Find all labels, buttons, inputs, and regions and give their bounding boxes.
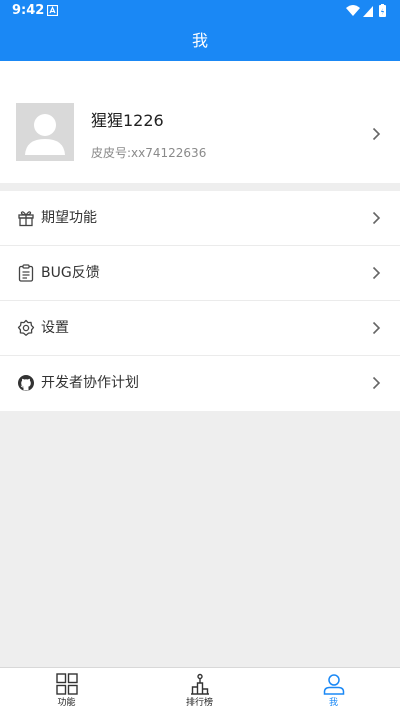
signal-icon bbox=[363, 6, 373, 17]
menu-item-developer-program[interactable]: 开发者协作计划 bbox=[0, 356, 400, 411]
menu-item-expected-features[interactable]: 期望功能 bbox=[0, 191, 400, 246]
avatar-placeholder-icon bbox=[25, 114, 65, 155]
clipboard-icon bbox=[18, 264, 34, 282]
bottom-nav: 功能 排行榜 我 bbox=[0, 667, 400, 712]
menu-item-label: 开发者协作计划 bbox=[41, 375, 139, 391]
avatar[interactable] bbox=[16, 103, 74, 161]
github-icon bbox=[18, 375, 34, 391]
nav-label: 排行榜 bbox=[185, 698, 213, 708]
status-time: 9:42 bbox=[12, 3, 45, 18]
app-header: 9:42 我 bbox=[0, 0, 400, 61]
chevron-right-icon bbox=[372, 127, 381, 141]
username: 猩猩1226 bbox=[91, 111, 164, 130]
nav-item-features[interactable]: 功能 bbox=[0, 668, 133, 712]
nav-label: 功能 bbox=[57, 698, 76, 708]
status-icons bbox=[346, 4, 386, 17]
podium-icon bbox=[191, 673, 209, 695]
menu-item-label: BUG反馈 bbox=[41, 265, 100, 281]
status-bar: 9:42 bbox=[0, 0, 400, 24]
notification-icon bbox=[47, 5, 58, 16]
nav-label: 我 bbox=[328, 698, 338, 708]
chevron-right-icon bbox=[372, 211, 381, 225]
menu-item-label: 设置 bbox=[41, 320, 69, 336]
menu-item-settings[interactable]: 设置 bbox=[0, 301, 400, 356]
chevron-right-icon bbox=[372, 266, 381, 280]
page-title: 我 bbox=[191, 31, 208, 50]
nav-item-leaderboard[interactable]: 排行榜 bbox=[133, 668, 266, 712]
gift-icon bbox=[18, 211, 34, 227]
nav-item-me[interactable]: 我 bbox=[267, 668, 400, 712]
menu-item-bug-feedback[interactable]: BUG反馈 bbox=[0, 246, 400, 301]
profile-card[interactable]: 猩猩1226 皮皮号:xx74122636 bbox=[0, 61, 400, 183]
menu-item-label: 期望功能 bbox=[41, 210, 97, 226]
chevron-right-icon bbox=[372, 321, 381, 335]
grid-icon bbox=[56, 673, 78, 695]
person-icon bbox=[323, 674, 345, 695]
chevron-right-icon bbox=[372, 376, 381, 390]
settings-icon bbox=[17, 319, 35, 336]
menu-list: 期望功能 BUG反馈 设置 开发者协作计划 bbox=[0, 191, 400, 411]
user-id: 皮皮号:xx74122636 bbox=[91, 146, 207, 160]
wifi-icon bbox=[346, 5, 360, 16]
